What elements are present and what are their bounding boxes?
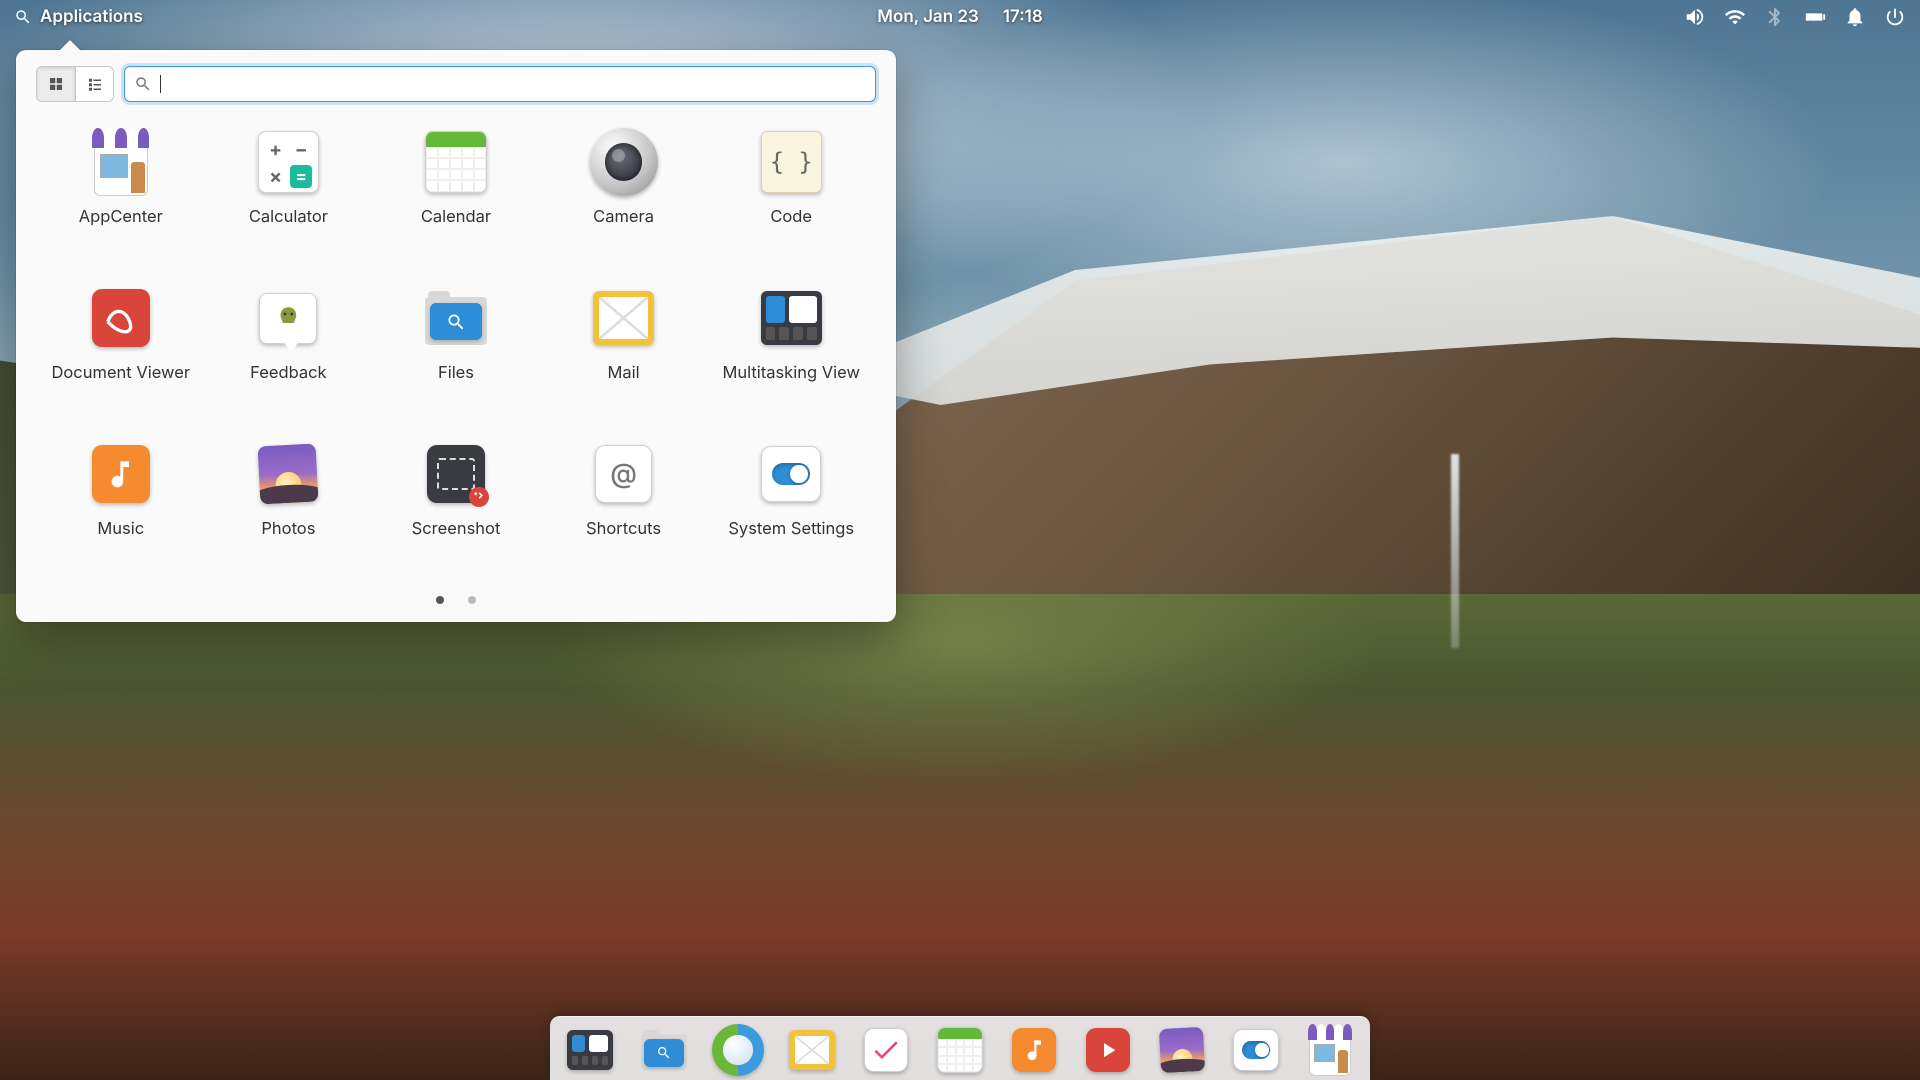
app-label: Mail — [608, 362, 640, 382]
document-viewer-icon — [87, 284, 155, 352]
app-system-settings[interactable]: System Settings — [710, 432, 872, 582]
mail-icon — [590, 284, 658, 352]
panel-date[interactable]: Mon, Jan 23 — [877, 7, 979, 27]
applications-menu-button[interactable]: Applications — [14, 7, 143, 27]
session-indicator[interactable] — [1884, 6, 1906, 28]
search-icon — [134, 75, 152, 93]
battery-indicator[interactable] — [1804, 6, 1826, 28]
photos-icon — [254, 440, 322, 508]
dock-system-settings[interactable] — [1230, 1024, 1282, 1076]
category-view-button[interactable] — [75, 67, 113, 101]
app-files[interactable]: Files — [375, 276, 537, 426]
dock-multitasking-view[interactable] — [564, 1024, 616, 1076]
app-calculator[interactable]: + − × = Calculator — [208, 120, 370, 270]
search-icon — [14, 8, 32, 26]
calendar-icon — [422, 128, 490, 196]
dock-files[interactable] — [638, 1024, 690, 1076]
system-settings-icon — [757, 440, 825, 508]
panel-time[interactable]: 17:18 — [1003, 7, 1043, 27]
notifications-indicator[interactable] — [1844, 6, 1866, 28]
wifi-icon — [1724, 6, 1746, 28]
app-label: Shortcuts — [586, 518, 661, 538]
dock-appcenter[interactable] — [1304, 1024, 1356, 1076]
dock-mail[interactable] — [786, 1024, 838, 1076]
top-panel: Applications Mon, Jan 23 17:18 — [0, 0, 1920, 34]
battery-charging-icon — [1804, 6, 1826, 28]
app-label: Screenshot — [412, 518, 501, 538]
app-photos[interactable]: Photos — [208, 432, 370, 582]
app-feedback[interactable]: Feedback — [208, 276, 370, 426]
dock-videos[interactable] — [1082, 1024, 1134, 1076]
app-code[interactable]: { } Code — [710, 120, 872, 270]
dock-music[interactable] — [1008, 1024, 1060, 1076]
power-icon — [1884, 6, 1906, 28]
page-dot-1[interactable] — [436, 596, 444, 604]
sound-indicator[interactable] — [1684, 6, 1706, 28]
app-label: Files — [438, 362, 474, 382]
app-camera[interactable]: Camera — [543, 120, 705, 270]
app-label: Photos — [261, 518, 315, 538]
shortcuts-icon: @ — [590, 440, 658, 508]
feedback-icon — [254, 284, 322, 352]
applications-menu-label: Applications — [40, 7, 143, 27]
search-input[interactable] — [124, 66, 876, 102]
app-label: Feedback — [250, 362, 326, 382]
app-screenshot[interactable]: Screenshot — [375, 432, 537, 582]
calculator-icon: + − × = — [254, 128, 322, 196]
app-grid: AppCenter + − × = Calculator Calendar Ca… — [16, 114, 896, 582]
bluetooth-icon — [1764, 6, 1786, 28]
app-multitasking-view[interactable]: Multitasking View — [710, 276, 872, 426]
app-label: Calculator — [249, 206, 328, 226]
text-cursor — [160, 75, 161, 93]
files-icon — [422, 284, 490, 352]
dock-calendar[interactable] — [934, 1024, 986, 1076]
app-document-viewer[interactable]: Document Viewer — [40, 276, 202, 426]
app-label: Music — [97, 518, 144, 538]
grid-view-button[interactable] — [37, 67, 75, 101]
page-indicator — [16, 582, 896, 622]
dock-tasks[interactable] — [860, 1024, 912, 1076]
app-appcenter[interactable]: AppCenter — [40, 120, 202, 270]
launcher-toolbar — [16, 50, 896, 114]
launcher-search — [124, 66, 876, 102]
appcenter-icon — [87, 128, 155, 196]
list-icon — [86, 75, 104, 93]
bell-icon — [1844, 6, 1866, 28]
app-calendar[interactable]: Calendar — [375, 120, 537, 270]
multitasking-view-icon — [757, 284, 825, 352]
app-label: AppCenter — [79, 206, 163, 226]
app-shortcuts[interactable]: @ Shortcuts — [543, 432, 705, 582]
network-indicator[interactable] — [1724, 6, 1746, 28]
app-label: Calendar — [421, 206, 491, 226]
app-label: Multitasking View — [722, 362, 860, 382]
volume-icon — [1684, 6, 1706, 28]
music-icon — [87, 440, 155, 508]
page-dot-2[interactable] — [468, 596, 476, 604]
app-label: Camera — [593, 206, 654, 226]
view-mode-toggle — [36, 66, 114, 102]
bluetooth-indicator[interactable] — [1764, 6, 1786, 28]
app-label: System Settings — [728, 518, 854, 538]
dock — [550, 1016, 1370, 1080]
app-mail[interactable]: Mail — [543, 276, 705, 426]
app-label: Code — [770, 206, 812, 226]
screenshot-icon — [422, 440, 490, 508]
app-label: Document Viewer — [52, 362, 191, 382]
grid-icon — [47, 75, 65, 93]
dock-web[interactable] — [712, 1024, 764, 1076]
dock-photos[interactable] — [1156, 1024, 1208, 1076]
code-icon: { } — [757, 128, 825, 196]
camera-icon — [590, 128, 658, 196]
applications-launcher: AppCenter + − × = Calculator Calendar Ca… — [16, 50, 896, 622]
app-music[interactable]: Music — [40, 432, 202, 582]
